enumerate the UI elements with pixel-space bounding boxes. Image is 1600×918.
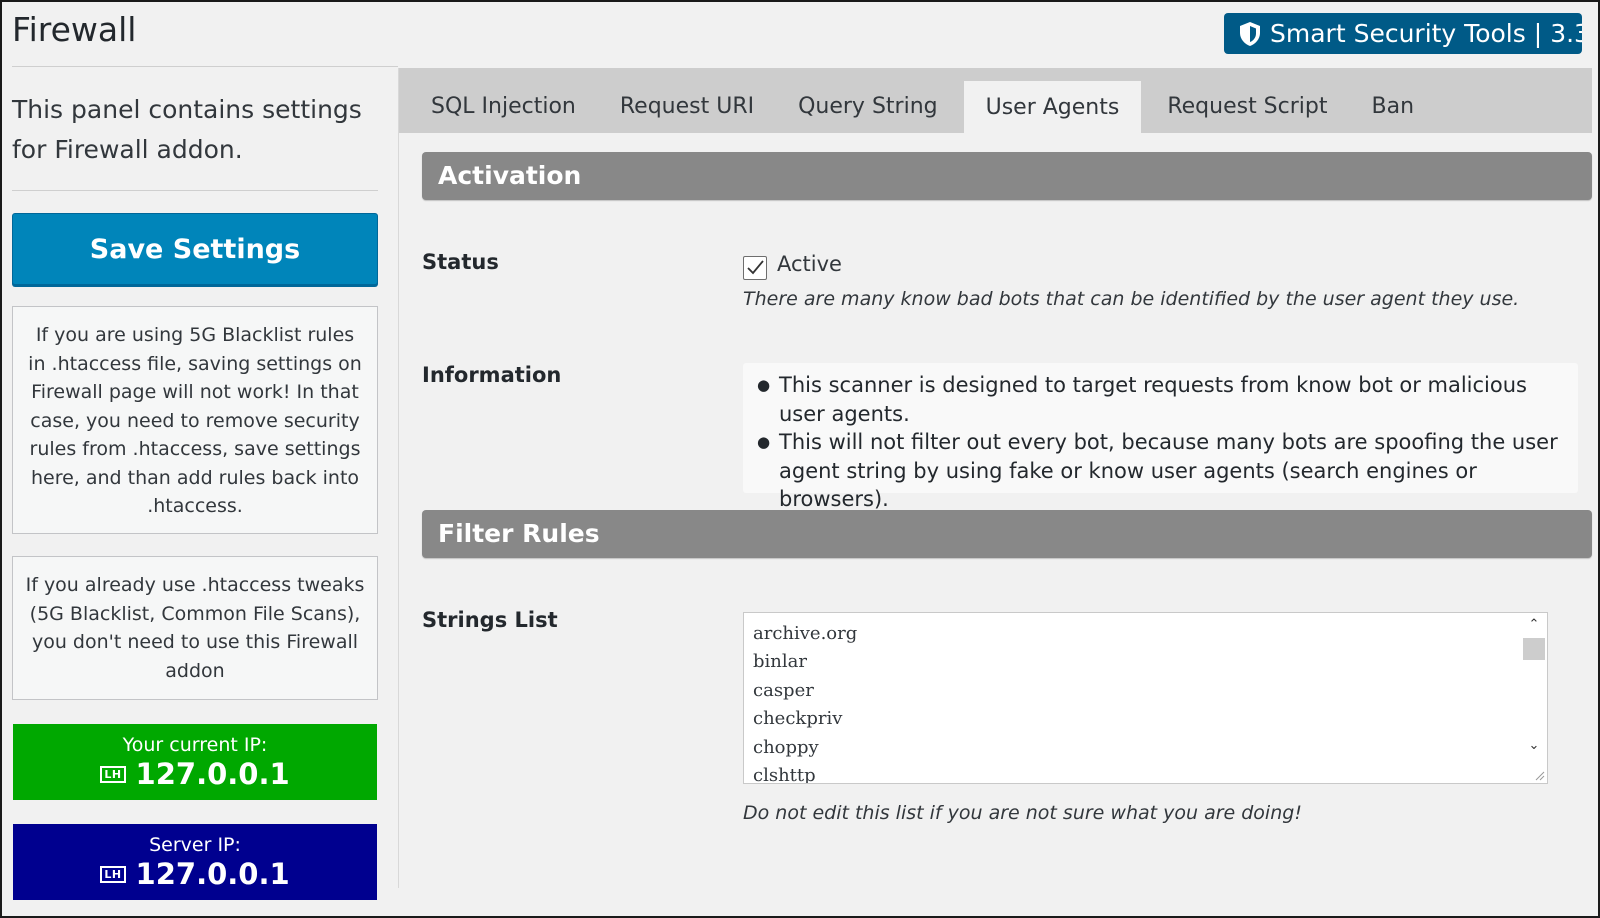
- strings-warning: Do not edit this list if you are not sur…: [743, 802, 1302, 824]
- sidebar-description: This panel contains settings for Firewal…: [12, 95, 362, 164]
- server-ip-label: Server IP:: [149, 834, 241, 856]
- server-ip-value: 127.0.0.1: [135, 857, 290, 891]
- brand-version: 3.3: [1550, 19, 1582, 48]
- brand-badge: Smart Security Tools | 3.3: [1224, 13, 1582, 54]
- shield-icon: [1240, 21, 1260, 46]
- chevron-down-icon[interactable]: ⌄: [1521, 736, 1547, 756]
- localhost-icon: LH: [100, 865, 126, 883]
- active-checkbox[interactable]: [743, 256, 767, 280]
- brand-name: Smart Security Tools: [1270, 19, 1526, 48]
- information-label: Information: [422, 363, 562, 387]
- information-box: This scanner is designed to target reque…: [743, 363, 1578, 511]
- info-item: This will not filter out every bot, beca…: [757, 428, 1562, 514]
- tab-sql-injection[interactable]: SQL Injection: [409, 79, 598, 133]
- strings-list-label: Strings List: [422, 608, 558, 632]
- tab-bar: SQL Injection Request URI Query String U…: [399, 68, 1592, 133]
- current-ip-label: Your current IP:: [122, 734, 268, 756]
- htaccess-tweaks-note: If you already use .htaccess tweaks (5G …: [12, 556, 378, 700]
- current-ip-value-row: LH 127.0.0.1: [13, 757, 377, 791]
- strings-list-content[interactable]: archive.org binlar casper checkpriv chop…: [744, 613, 1547, 783]
- brand-separator: |: [1533, 19, 1543, 48]
- tab-query-string[interactable]: Query String: [776, 79, 960, 133]
- current-ip-value: 127.0.0.1: [135, 757, 290, 791]
- sidebar-divider: [12, 190, 378, 191]
- scrollbar-thumb[interactable]: [1523, 638, 1545, 660]
- localhost-icon: LH: [100, 765, 126, 783]
- filter-rules-section-header: Filter Rules: [422, 510, 1592, 558]
- resize-grip-icon[interactable]: [1533, 769, 1545, 781]
- htaccess-warning-note: If you are using 5G Blacklist rules in .…: [12, 306, 378, 534]
- strings-scrollbar[interactable]: ⌃ ⌄: [1521, 613, 1547, 763]
- info-item: This scanner is designed to target reque…: [757, 371, 1562, 428]
- top-divider: [12, 66, 398, 67]
- server-ip-box: Server IP: LH 127.0.0.1: [13, 824, 377, 900]
- current-ip-box: Your current IP: LH 127.0.0.1: [13, 724, 377, 800]
- activation-section-header: Activation: [422, 152, 1592, 200]
- server-ip-value-row: LH 127.0.0.1: [13, 857, 377, 891]
- status-label: Status: [422, 250, 499, 274]
- strings-list-textarea[interactable]: archive.org binlar casper checkpriv chop…: [743, 612, 1548, 784]
- save-settings-button[interactable]: Save Settings: [12, 213, 378, 285]
- active-checkbox-label[interactable]: Active: [777, 252, 842, 276]
- tab-ban[interactable]: Ban: [1350, 79, 1437, 133]
- checkmark-icon: [747, 260, 764, 275]
- status-note: There are many know bad bots that can be…: [743, 288, 1520, 310]
- tab-request-script[interactable]: Request Script: [1145, 79, 1349, 133]
- sidebar: This panel contains settings for Firewal…: [12, 68, 378, 900]
- tab-request-uri[interactable]: Request URI: [598, 79, 776, 133]
- main-panel: SQL Injection Request URI Query String U…: [399, 68, 1592, 888]
- page-title: Firewall: [12, 10, 137, 49]
- chevron-up-icon[interactable]: ⌃: [1521, 615, 1547, 635]
- tab-user-agents[interactable]: User Agents: [963, 81, 1142, 133]
